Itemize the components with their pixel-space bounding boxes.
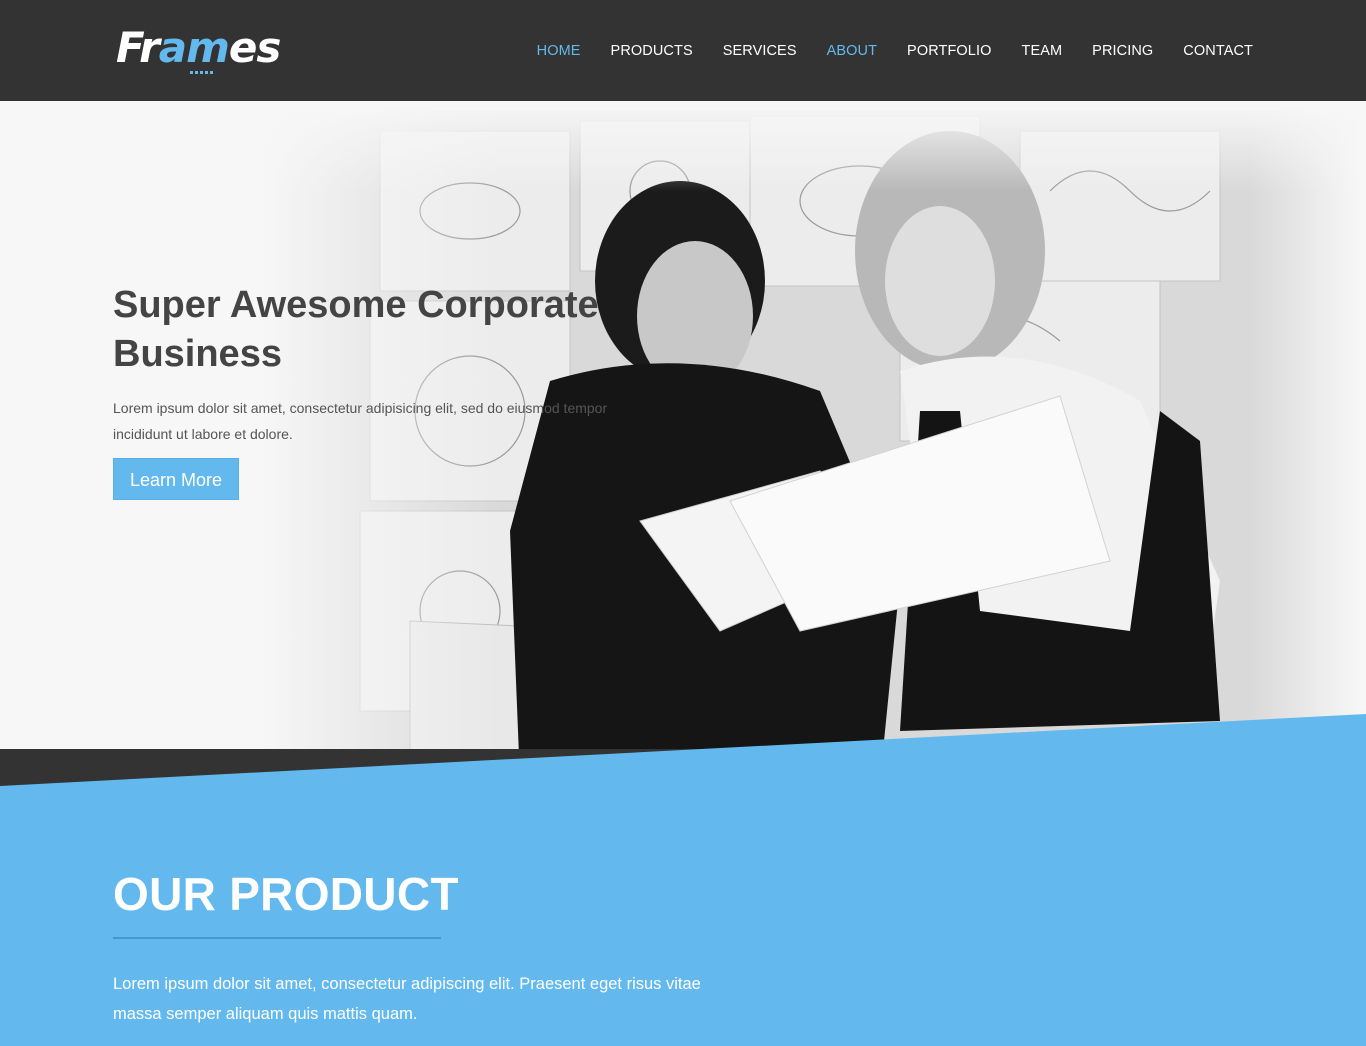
- nav-team[interactable]: TEAM: [1021, 43, 1062, 59]
- learn-more-button[interactable]: Learn More: [113, 458, 240, 500]
- title-underline: [113, 937, 441, 939]
- product-text: Lorem ipsum dolor sit amet, consectetur …: [113, 975, 701, 1023]
- frames-logo[interactable]: Frames: [116, 22, 286, 80]
- hero-title: Super Awesome Corporate Business: [113, 281, 633, 379]
- nav-pricing[interactable]: PRICING: [1092, 43, 1153, 59]
- hero-text: Lorem ipsum dolor sit amet, consectetur …: [113, 400, 608, 442]
- product-section: OUR PRODUCT Lorem ipsum dolor sit amet, …: [0, 713, 1366, 1046]
- nav-products[interactable]: PRODUCTS: [611, 43, 693, 59]
- site-header: Frames HOME PRODUCTS SERVICES ABOUT PORT…: [0, 0, 1366, 101]
- hero-title-line1: Super Awesome Corporate: [113, 284, 599, 326]
- main-nav: HOME PRODUCTS SERVICES ABOUT PORTFOLIO T…: [507, 0, 1253, 101]
- nav-portfolio[interactable]: PORTFOLIO: [907, 43, 991, 59]
- nav-services[interactable]: SERVICES: [723, 43, 797, 59]
- nav-contact[interactable]: CONTACT: [1183, 43, 1253, 59]
- hero-title-line2: Business: [113, 333, 282, 375]
- nav-about[interactable]: ABOUT: [827, 43, 877, 59]
- logo-text: Frames: [116, 23, 281, 72]
- logo-dots-icon: [190, 71, 213, 75]
- hero-content: Super Awesome Corporate Business Lorem i…: [113, 281, 633, 500]
- nav-home[interactable]: HOME: [537, 43, 581, 59]
- product-title: OUR PRODUCT: [113, 868, 459, 920]
- hero-section: Super Awesome Corporate Business Lorem i…: [0, 101, 1366, 786]
